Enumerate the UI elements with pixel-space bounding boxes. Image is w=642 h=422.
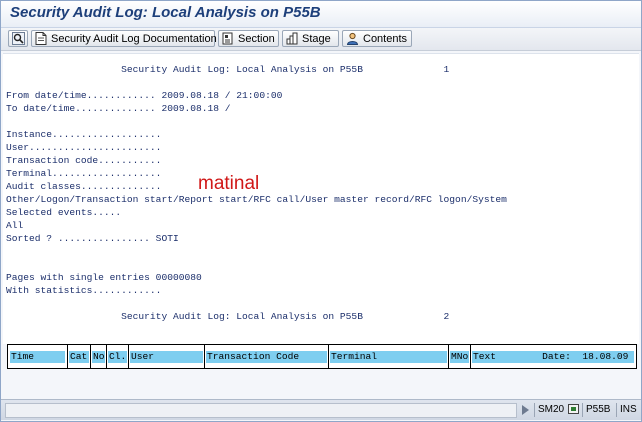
section-icon	[222, 32, 233, 45]
stage-icon	[286, 32, 298, 45]
audit-classes-line: Audit classes..............	[6, 181, 162, 192]
status-message-field	[5, 403, 517, 418]
column-user[interactable]: User	[130, 351, 203, 363]
document-icon	[35, 32, 47, 45]
selected-events-line: Selected events.....	[6, 207, 122, 218]
column-divider	[106, 345, 107, 368]
documentation-button-label: Security Audit Log Documentation	[51, 32, 217, 45]
transaction-code-line: Transaction code...........	[6, 155, 162, 166]
column-client[interactable]: Cl.	[108, 351, 127, 363]
section-button-label: Section	[238, 32, 275, 45]
column-divider	[204, 345, 205, 368]
contents-button[interactable]: Contents	[342, 30, 412, 47]
person-icon	[346, 32, 359, 45]
section-button[interactable]: Section	[218, 30, 279, 47]
pages-single-entries-line: Pages with single entries 00000080	[6, 272, 202, 283]
title-bar: Security Audit Log: Local Analysis on P5…	[1, 1, 641, 28]
column-divider	[90, 345, 91, 368]
column-terminal[interactable]: Terminal	[330, 351, 447, 363]
window-title: Security Audit Log: Local Analysis on P5…	[10, 4, 321, 21]
from-datetime-line: From date/time............ 2009.08.18 / …	[6, 90, 283, 101]
with-statistics-line: With statistics............	[6, 285, 162, 296]
column-divider	[448, 345, 449, 368]
column-divider	[328, 345, 329, 368]
stage-button[interactable]: Stage	[282, 30, 339, 47]
selected-events-value: All	[6, 220, 24, 231]
column-transaction-code[interactable]: Transaction Code	[206, 351, 327, 363]
column-divider	[67, 345, 68, 368]
terminal-line: Terminal...................	[6, 168, 162, 179]
status-insert-mode: INS	[616, 403, 641, 417]
to-datetime-line: To date/time.............. 2009.08.18 /	[6, 103, 231, 114]
report-header-line: Security Audit Log: Local Analysis on P5…	[6, 64, 450, 75]
expand-triangle-icon[interactable]	[522, 405, 529, 415]
sap-window: Security Audit Log: Local Analysis on P5…	[0, 0, 642, 422]
column-text-date[interactable]: Text Date: 18.08.09	[472, 351, 634, 363]
column-time[interactable]: Time	[10, 351, 65, 363]
magnifier-icon	[12, 32, 25, 45]
status-transaction-code: SM20	[534, 403, 568, 417]
log-table-header: Time Cat No Cl. User Transaction Code Te…	[7, 344, 637, 369]
column-number[interactable]: No	[92, 351, 105, 363]
column-divider	[128, 345, 129, 368]
annotation-text: matinal	[198, 173, 260, 194]
status-system: P55B	[582, 403, 616, 417]
session-icon[interactable]	[568, 404, 579, 414]
contents-button-label: Contents	[363, 32, 408, 45]
instance-line: Instance...................	[6, 129, 162, 140]
documentation-button[interactable]: Security Audit Log Documentation	[31, 30, 217, 47]
stage-button-label: Stage	[302, 32, 331, 45]
application-toolbar: Security Audit Log Documentation Section…	[1, 28, 641, 51]
sorted-line: Sorted ? ................ SOTI	[6, 233, 179, 244]
column-category[interactable]: Cat	[69, 351, 89, 363]
status-bar: SM20 P55B INS	[1, 399, 641, 420]
find-button[interactable]	[8, 30, 28, 47]
column-message-number[interactable]: MNo	[450, 351, 469, 363]
report-area: Security Audit Log: Local Analysis on P5…	[3, 53, 639, 344]
report-header-line-page-2: Security Audit Log: Local Analysis on P5…	[6, 311, 450, 322]
user-line: User.......................	[6, 142, 162, 153]
column-divider	[470, 345, 471, 368]
